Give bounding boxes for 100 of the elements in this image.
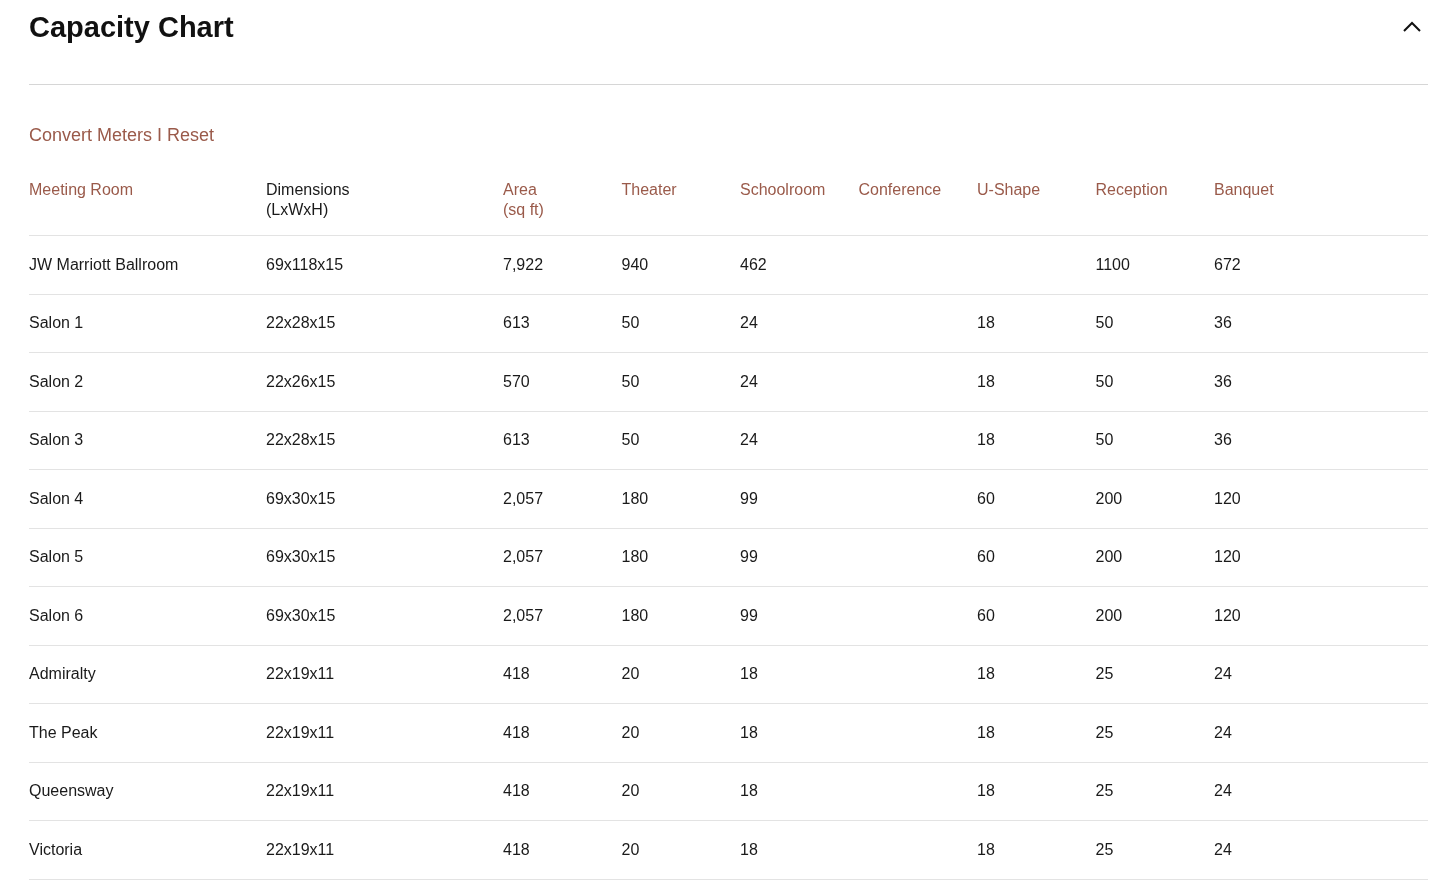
table-cell: 25 bbox=[1095, 782, 1114, 800]
column-header[interactable]: Banquet bbox=[1214, 180, 1274, 200]
table-cell: 18 bbox=[977, 372, 995, 390]
table-cell: Salon 3 bbox=[29, 431, 84, 449]
table-cell: 418 bbox=[503, 840, 530, 858]
table-cell: 613 bbox=[503, 314, 530, 332]
table-cell: 18 bbox=[977, 314, 995, 332]
table-cell: 36 bbox=[1214, 431, 1232, 449]
table-cell: 180 bbox=[621, 489, 649, 507]
table-cell: Victoria bbox=[29, 840, 83, 858]
table-cell: Salon 4 bbox=[29, 489, 84, 507]
table-cell: 18 bbox=[740, 782, 758, 800]
table-cell: 24 bbox=[740, 372, 758, 390]
table-cell: 18 bbox=[977, 723, 995, 741]
table-cell: 24 bbox=[1214, 840, 1232, 858]
table-cell: 2,057 bbox=[503, 489, 544, 507]
table-cell: 120 bbox=[1214, 489, 1241, 507]
table-cell: 60 bbox=[977, 606, 995, 624]
section-title: Capacity Chart bbox=[29, 10, 234, 44]
table-cell: 672 bbox=[1214, 255, 1241, 273]
table-cell: 2,057 bbox=[503, 606, 544, 624]
table-cell: 99 bbox=[740, 489, 758, 507]
table-cell: 18 bbox=[740, 840, 758, 858]
table-cell: 60 bbox=[977, 489, 995, 507]
table-cell: 50 bbox=[1095, 314, 1114, 332]
column-header[interactable]: Theater bbox=[621, 180, 677, 200]
table-cell: 20 bbox=[621, 782, 640, 800]
table-cell: 25 bbox=[1095, 723, 1114, 741]
table-cell: 180 bbox=[621, 548, 649, 566]
table-cell: 200 bbox=[1095, 548, 1123, 566]
table-cell: JW Marriott Ballroom bbox=[29, 255, 179, 273]
table-cell: 7,922 bbox=[503, 255, 544, 273]
column-header[interactable]: Reception bbox=[1095, 180, 1168, 200]
table-cell: 180 bbox=[621, 606, 649, 624]
table-cell: 24 bbox=[740, 314, 758, 332]
unit-link[interactable]: Convert Meters bbox=[29, 125, 153, 146]
column-header: Dimensions (LxWxH) bbox=[266, 180, 350, 220]
table-cell: 50 bbox=[1095, 431, 1114, 449]
table-cell: 24 bbox=[1214, 782, 1232, 800]
column-header[interactable]: Schoolroom bbox=[740, 180, 826, 200]
table-cell: 18 bbox=[740, 723, 758, 741]
table-cell: 18 bbox=[977, 840, 995, 858]
column-header[interactable]: Area (sq ft) bbox=[503, 180, 544, 220]
table-cell: 69x118x15 bbox=[266, 255, 344, 273]
table-cell: 22x19x11 bbox=[266, 665, 335, 683]
table-cell: 418 bbox=[503, 782, 530, 800]
link-separator: I bbox=[157, 125, 163, 146]
table-cell: 60 bbox=[977, 548, 995, 566]
table-cell: Salon 5 bbox=[29, 548, 84, 566]
table-cell: 1100 bbox=[1095, 255, 1130, 273]
table-cell: 418 bbox=[503, 723, 530, 741]
table-cell: 18 bbox=[740, 665, 758, 683]
table-cell: 462 bbox=[740, 255, 767, 273]
table-cell: The Peak bbox=[29, 723, 98, 741]
unit-link[interactable]: Reset bbox=[167, 125, 215, 146]
table-cell: 36 bbox=[1214, 372, 1232, 390]
table-cell: 940 bbox=[621, 255, 649, 273]
table-cell: 22x19x11 bbox=[266, 782, 335, 800]
table-cell: 99 bbox=[740, 548, 758, 566]
table-cell: 120 bbox=[1214, 548, 1241, 566]
table-cell: 20 bbox=[621, 665, 640, 683]
table-cell: 24 bbox=[1214, 665, 1232, 683]
table-cell: 24 bbox=[740, 431, 758, 449]
table-cell: 18 bbox=[977, 782, 995, 800]
table-cell: 613 bbox=[503, 431, 530, 449]
table-cell: 50 bbox=[621, 372, 640, 390]
table-cell: 22x19x11 bbox=[266, 723, 335, 741]
table-cell: 22x28x15 bbox=[266, 431, 336, 449]
table-cell: 418 bbox=[503, 665, 530, 683]
column-header[interactable]: U-Shape bbox=[977, 180, 1041, 200]
table-cell: 120 bbox=[1214, 606, 1241, 624]
column-header[interactable]: Meeting Room bbox=[29, 180, 134, 200]
table-cell: 25 bbox=[1095, 840, 1114, 858]
table-cell: 18 bbox=[977, 431, 995, 449]
collapse-chevron-icon[interactable] bbox=[1402, 21, 1422, 33]
table-cell: 25 bbox=[1095, 665, 1114, 683]
table-cell: 24 bbox=[1214, 723, 1232, 741]
table-cell: 20 bbox=[621, 723, 640, 741]
table-cell: 200 bbox=[1095, 606, 1123, 624]
table-cell: 2,057 bbox=[503, 548, 544, 566]
table-cell: 18 bbox=[977, 665, 995, 683]
table-cell: 69x30x15 bbox=[266, 489, 336, 507]
column-header[interactable]: Conference bbox=[858, 180, 942, 200]
table-cell: 20 bbox=[621, 840, 640, 858]
table-cell: 22x19x11 bbox=[266, 840, 335, 858]
table-cell: Salon 2 bbox=[29, 372, 84, 390]
table-cell: 50 bbox=[1095, 372, 1114, 390]
table-cell: 69x30x15 bbox=[266, 606, 336, 624]
table-cell: Admiralty bbox=[29, 665, 96, 683]
table-cell: Queensway bbox=[29, 782, 114, 800]
table-cell: 69x30x15 bbox=[266, 548, 336, 566]
table-cell: 36 bbox=[1214, 314, 1232, 332]
table-cell: 99 bbox=[740, 606, 758, 624]
table-cell: 50 bbox=[621, 314, 640, 332]
table-cell: Salon 1 bbox=[29, 314, 84, 332]
table-cell: 50 bbox=[621, 431, 640, 449]
table-cell: 22x26x15 bbox=[266, 372, 336, 390]
table-cell: Salon 6 bbox=[29, 606, 84, 624]
table-cell: 570 bbox=[503, 372, 530, 390]
table-cell: 22x28x15 bbox=[266, 314, 336, 332]
